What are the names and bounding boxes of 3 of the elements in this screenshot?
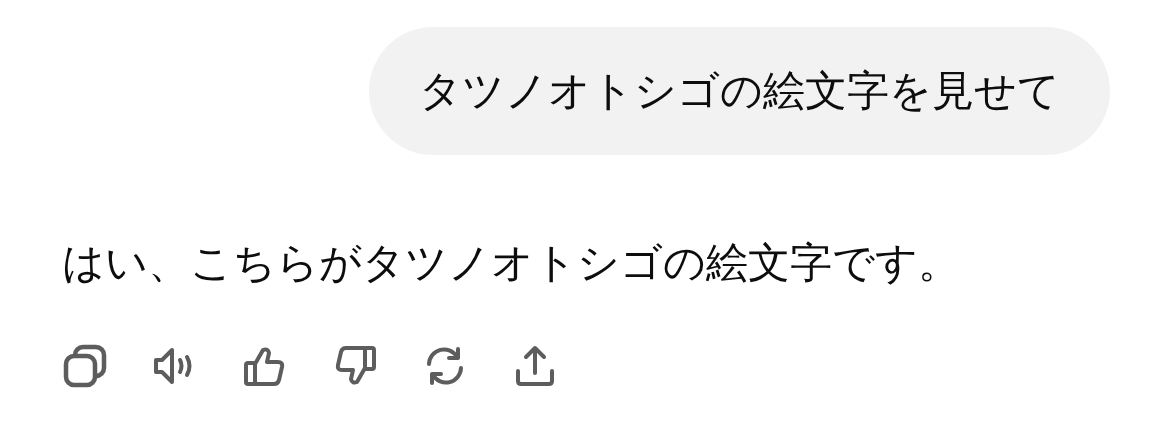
user-message-bubble: タツノオトシゴの絵文字を見せて bbox=[369, 27, 1110, 155]
assistant-message: はい、こちらがタツノオトシゴの絵文字です。 bbox=[62, 237, 961, 289]
copy-icon[interactable] bbox=[62, 343, 108, 389]
